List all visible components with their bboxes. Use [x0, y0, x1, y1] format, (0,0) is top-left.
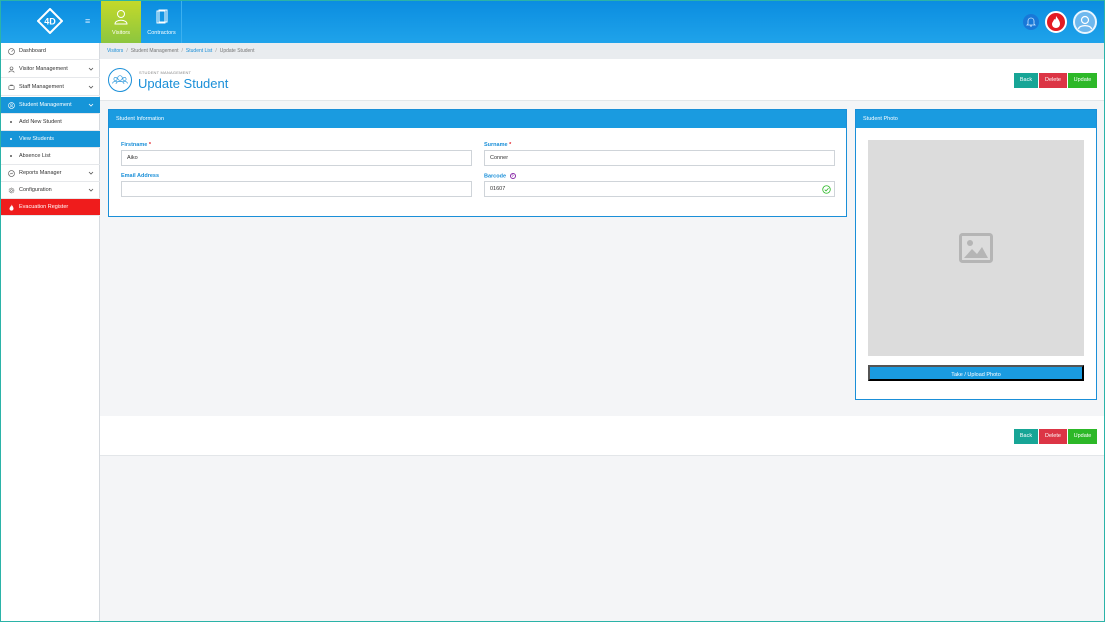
sidebar-item-label: Staff Management [19, 84, 64, 90]
logo-text: 4D [44, 17, 56, 27]
firstname-field[interactable]: Aiko [121, 150, 472, 166]
logo-area: 4D ≡ [1, 1, 100, 43]
sidebar-item-student-management[interactable]: Student Management [1, 97, 100, 114]
sidebar-item-label: Dashboard [19, 48, 46, 54]
sidebar-item-dashboard[interactable]: Dashboard [1, 43, 100, 60]
sidebar-item-staff-management[interactable]: Staff Management [1, 79, 100, 96]
take-upload-photo-button[interactable]: Take / Upload Photo [868, 365, 1084, 381]
delete-button[interactable]: Delete [1039, 73, 1067, 88]
sidebar-item-visitor-management[interactable]: Visitor Management [1, 61, 100, 78]
tab-contractors[interactable]: Contractors [142, 1, 182, 43]
sidebar-item-absence-list[interactable]: Absence List [1, 148, 100, 165]
breadcrumb-separator: / [181, 48, 183, 54]
sidebar-item-label: Student Management [19, 102, 72, 108]
reports-icon [8, 169, 15, 177]
student-group-icon [108, 68, 132, 92]
student-photo-panel: Student Photo Take / Upload Photo [855, 109, 1097, 400]
chevron-down-icon [88, 67, 94, 71]
required-mark: * [509, 142, 512, 148]
gear-icon [8, 187, 15, 193]
back-button[interactable]: Back [1014, 73, 1038, 88]
barcode-field[interactable]: 01607 [484, 181, 835, 197]
tab-contractors-label: Contractors [147, 30, 176, 36]
chevron-down-icon [88, 103, 94, 107]
app-window: 4D ≡ Visitors Contractors Dashboard Visi… [0, 0, 1105, 622]
clipboard-icon [156, 9, 168, 24]
tab-visitors[interactable]: Visitors [101, 1, 141, 43]
visitor-icon [114, 10, 128, 25]
footer-actions: Back Delete Update [100, 416, 1104, 456]
top-bar: 4D ≡ Visitors Contractors [1, 1, 1104, 43]
student-icon [8, 101, 15, 109]
email-label: Email Address [121, 173, 160, 179]
staff-icon [8, 84, 15, 90]
surname-label-text: Surname [484, 142, 508, 148]
breadcrumb-student-management: Student Management [130, 48, 179, 54]
hamburger-icon[interactable]: ≡ [85, 17, 93, 26]
breadcrumb-student-list[interactable]: Student List [186, 48, 212, 54]
breadcrumb: Visitors / Student Management / Student … [100, 43, 1104, 59]
sidebar-item-label: Evacuation Register [19, 204, 69, 210]
barcode-label: Barcode ? [484, 173, 516, 179]
email-field[interactable] [121, 181, 472, 197]
surname-field[interactable]: Conner [484, 150, 835, 166]
photo-preview[interactable] [868, 140, 1084, 356]
bullet-icon [10, 121, 12, 123]
dashboard-icon [8, 47, 15, 55]
breadcrumb-visitors[interactable]: Visitors [107, 48, 123, 54]
check-circle-icon [822, 185, 831, 194]
page-subtitle: STUDENT MANAGEMENT [139, 70, 192, 75]
evacuation-alert-icon[interactable] [1045, 11, 1067, 33]
sidebar-item-label: Reports Manager [19, 170, 62, 176]
page-title: Update Student [138, 76, 229, 91]
bullet-icon [10, 138, 12, 140]
image-placeholder-icon [959, 233, 993, 263]
barcode-label-text: Barcode [484, 173, 507, 180]
firstname-label-text: Firstname [121, 142, 148, 148]
barcode-value: 01607 [490, 186, 506, 192]
sidebar-item-view-students[interactable]: View Students [1, 131, 100, 148]
chevron-down-icon [88, 171, 94, 175]
sidebar-item-add-new-student[interactable]: Add New Student [1, 114, 100, 131]
sidebar-item-label: Absence List [19, 153, 51, 159]
required-mark: * [148, 142, 151, 148]
sidebar-item-label: Configuration [19, 187, 52, 193]
back-button[interactable]: Back [1014, 429, 1038, 444]
bell-icon[interactable] [1023, 14, 1039, 30]
fire-icon [9, 203, 14, 211]
logo-icon[interactable]: 4D [37, 8, 63, 34]
sidebar-item-configuration[interactable]: Configuration [1, 182, 100, 199]
tab-visitors-label: Visitors [112, 30, 130, 36]
sidebar-item-label: Visitor Management [19, 66, 68, 72]
breadcrumb-separator: / [126, 48, 128, 54]
sidebar-item-label: Add New Student [19, 119, 62, 125]
sidebar: Dashboard Visitor Management Staff Manag… [1, 43, 100, 621]
breadcrumb-separator: / [215, 48, 217, 54]
update-button[interactable]: Update [1068, 73, 1097, 88]
panel-title: Student Photo [856, 110, 1096, 128]
sidebar-item-reports-manager[interactable]: Reports Manager [1, 165, 100, 182]
delete-button[interactable]: Delete [1039, 429, 1067, 444]
student-information-panel: Student Information Firstname * Aiko Sur… [108, 109, 847, 217]
panel-title: Student Information [109, 110, 846, 128]
bullet-icon [10, 155, 12, 157]
sidebar-item-evacuation-register[interactable]: Evacuation Register [1, 199, 100, 216]
user-avatar[interactable] [1073, 10, 1097, 34]
chevron-down-icon [88, 188, 94, 192]
surname-label: Surname * [484, 142, 511, 148]
update-button[interactable]: Update [1068, 429, 1097, 444]
sidebar-item-label: View Students [19, 136, 55, 142]
visitor-management-icon [8, 66, 15, 73]
breadcrumb-current: Update Student [219, 48, 255, 54]
page-header: STUDENT MANAGEMENT Update Student Back D… [100, 59, 1104, 101]
chevron-down-icon [88, 85, 94, 89]
help-icon[interactable]: ? [509, 173, 516, 179]
firstname-label: Firstname * [121, 142, 151, 148]
main-content: Student Information Firstname * Aiko Sur… [100, 101, 1104, 416]
